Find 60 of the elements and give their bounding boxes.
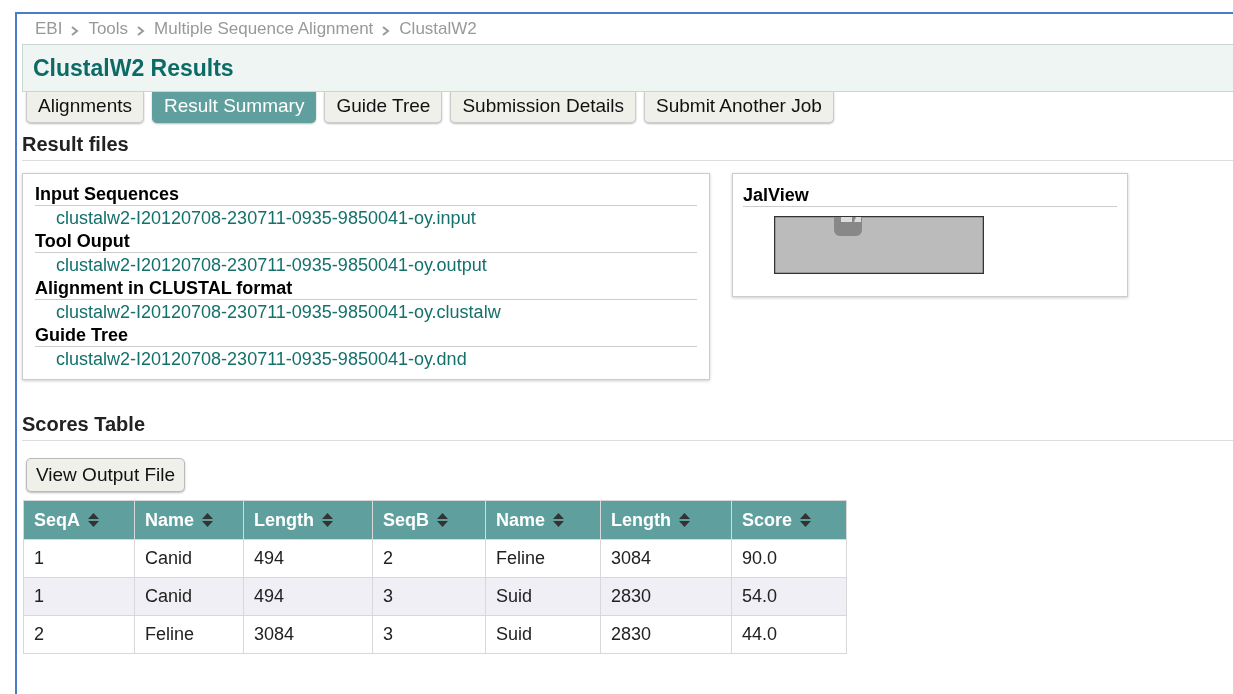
table-cell: 494 — [243, 539, 373, 578]
sort-icon — [553, 513, 565, 527]
table-cell: Feline — [134, 615, 244, 654]
table-cell: 2 — [23, 615, 135, 654]
view-output-button[interactable]: View Output File — [26, 458, 186, 492]
column-header[interactable]: Score — [731, 500, 847, 540]
table-cell: Suid — [485, 615, 601, 654]
section-heading: Scores Table — [22, 413, 1233, 441]
section-heading: Result files — [22, 133, 1233, 161]
table-cell: 3084 — [600, 539, 732, 578]
table-cell: 54.0 — [731, 577, 847, 616]
tab[interactable]: Guide Tree — [324, 92, 443, 123]
file-link[interactable]: clustalw2-I20120708-230711-0935-9850041-oy.dnd — [35, 347, 697, 371]
file-heading: Alignment in CLUSTAL format — [35, 277, 697, 300]
column-header[interactable]: Length — [243, 500, 373, 540]
file-heading: Tool Ouput — [35, 230, 697, 253]
file-link[interactable]: clustalw2-I20120708-230711-0935-9850041-oy.output — [35, 253, 697, 277]
chevron-icon — [137, 25, 146, 36]
file-heading: Guide Tree — [35, 324, 697, 347]
table-cell: Canid — [134, 577, 244, 616]
table-cell: 90.0 — [731, 539, 847, 578]
sort-icon — [322, 513, 333, 527]
table-cell: 44.0 — [731, 615, 847, 654]
column-header[interactable]: SeqB — [372, 500, 486, 540]
sort-icon — [88, 513, 99, 527]
sort-icon — [437, 513, 448, 527]
column-header[interactable]: Length — [600, 500, 732, 540]
panel-heading: JalView — [743, 184, 1117, 207]
table-cell: 3 — [372, 615, 486, 654]
table-cell: 2 — [372, 539, 486, 578]
table-cell: 1 — [23, 577, 135, 616]
sort-icon — [202, 513, 214, 527]
table-cell: 3084 — [243, 615, 373, 654]
file-link[interactable]: clustalw2-I20120708-230711-0935-9850041-oy.clustalw — [35, 300, 697, 324]
column-header[interactable]: Name — [485, 500, 601, 540]
tab[interactable]: Alignments — [26, 92, 144, 123]
table-cell: Feline — [485, 539, 601, 578]
breadcrumb-link[interactable]: Multiple Sequence Alignment — [154, 19, 374, 39]
table-cell: 3 — [372, 577, 486, 616]
table-cell: Suid — [485, 577, 601, 616]
file-heading: Input Sequences — [35, 183, 697, 206]
tab[interactable]: Submission Details — [450, 92, 636, 123]
sort-icon — [800, 513, 812, 527]
tab[interactable]: Submit Another Job — [644, 92, 834, 123]
table-cell: 2830 — [600, 577, 732, 616]
column-header[interactable]: SeqA — [23, 500, 135, 540]
column-header[interactable]: Name — [134, 500, 244, 540]
page-title: ClustalW2 Results — [33, 54, 234, 82]
chevron-icon — [71, 25, 80, 36]
table-cell: 1 — [23, 539, 135, 578]
table-cell: Canid — [134, 539, 244, 578]
breadcrumb-link[interactable]: Tools — [88, 19, 129, 39]
breadcrumb-link[interactable]: ClustalW2 — [399, 19, 477, 39]
table-cell: 494 — [243, 577, 373, 616]
table-cell: 2830 — [600, 615, 732, 654]
chevron-icon — [382, 25, 391, 36]
sort-icon — [679, 513, 690, 527]
breadcrumb-link[interactable]: EBI — [35, 19, 63, 39]
file-link[interactable]: clustalw2-I20120708-230711-0935-9850041-oy.input — [35, 206, 697, 230]
tab[interactable]: Result Summary — [152, 92, 317, 123]
